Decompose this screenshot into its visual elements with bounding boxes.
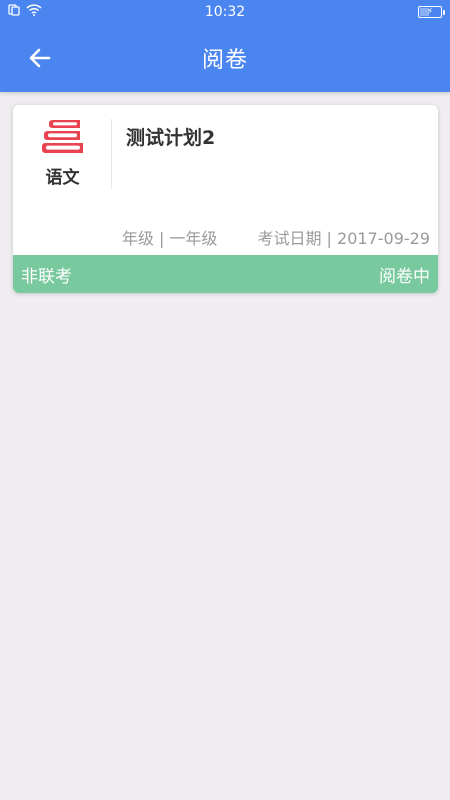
title-bar: 阅卷 <box>0 24 450 92</box>
date-info: 考试日期 | 2017-09-29 <box>257 225 430 248</box>
date-label: 考试日期 <box>257 229 322 248</box>
date-value: 2017-09-29 <box>337 229 430 248</box>
grade-info: 年级 | 一年级 <box>121 225 218 248</box>
status-time: 10:32 <box>204 4 246 20</box>
back-arrow-icon <box>29 48 51 68</box>
subject-block: 语文 <box>13 119 112 193</box>
plan-title: 测试计划2 <box>126 127 216 149</box>
subject-label: 语文 <box>45 168 80 188</box>
card-body: 语文 测试计划2 年级 | 一年级 考试日期 | 2017-09-29 <box>13 105 438 255</box>
exam-type: 非联考 <box>21 266 72 287</box>
status-bar: 10:32 ⚡ <box>0 0 450 24</box>
page-title: 阅卷 <box>201 48 248 73</box>
app-screen: 10:32 ⚡ 阅卷 语文 测试计划2 年级 | 一年级 考试日期 | 2017… <box>0 0 450 800</box>
battery-icon: ⚡ <box>418 6 445 18</box>
date-separator: | <box>321 229 338 248</box>
back-button[interactable] <box>16 34 64 82</box>
grade-value: 一年级 <box>169 229 218 248</box>
grade-separator: | <box>153 229 170 248</box>
grade-label: 年级 <box>121 229 154 248</box>
exam-card[interactable]: 语文 测试计划2 年级 | 一年级 考试日期 | 2017-09-29 非联考 … <box>13 105 438 293</box>
marking-status: 阅卷中 <box>379 266 430 287</box>
card-footer: 非联考 阅卷中 <box>13 255 438 293</box>
divider <box>111 119 112 189</box>
meta-row: 年级 | 一年级 考试日期 | 2017-09-29 <box>13 225 430 248</box>
books-icon <box>41 120 83 153</box>
